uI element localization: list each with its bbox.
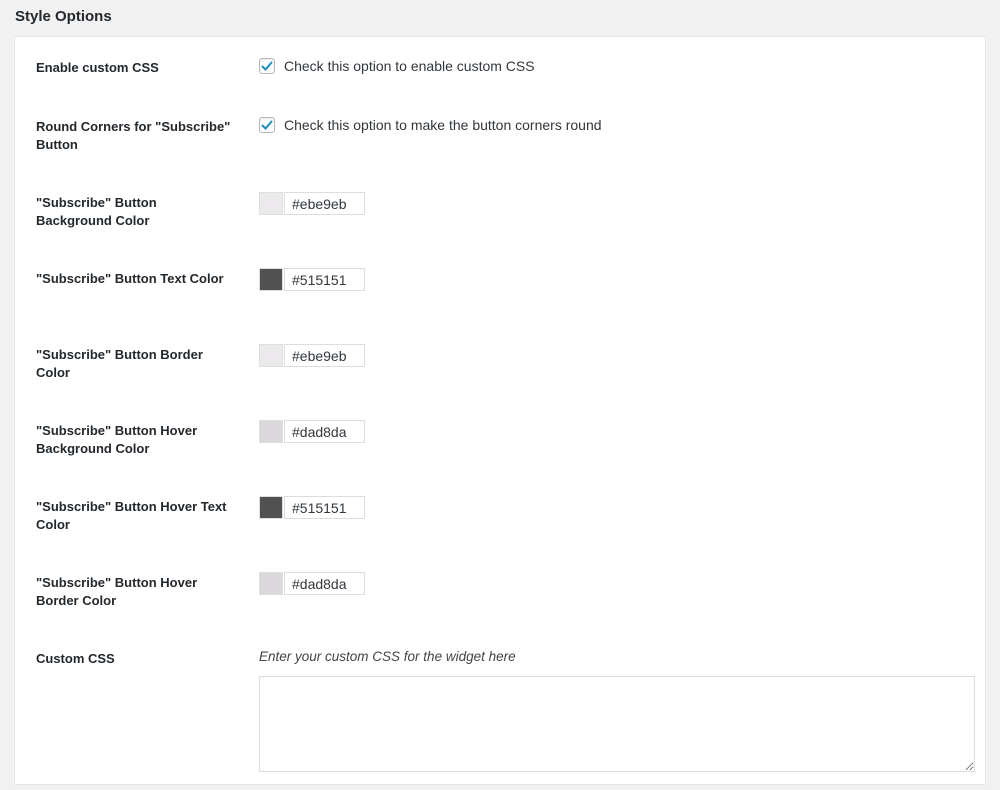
form-row-hover-border-color: "Subscribe" Button Hover Border Color: [36, 572, 973, 648]
hover-border-color-input[interactable]: [284, 572, 365, 595]
field-control: [259, 420, 973, 443]
page-title: Style Options: [14, 0, 986, 36]
field-label: "Subscribe" Button Text Color: [36, 268, 236, 288]
hover-text-color-input[interactable]: [284, 496, 365, 519]
field-control: Enter your custom CSS for the widget her…: [259, 648, 975, 772]
color-swatch[interactable]: [259, 192, 283, 215]
field-control: [259, 192, 973, 215]
custom-css-note: Enter your custom CSS for the widget her…: [259, 648, 516, 666]
hover-bg-color-input[interactable]: [284, 420, 365, 443]
checkbox-description: Check this option to make the button cor…: [284, 116, 602, 135]
color-swatch[interactable]: [259, 420, 283, 443]
checkmark-icon: [261, 61, 273, 71]
field-label: "Subscribe" Button Hover Background Colo…: [36, 420, 236, 458]
form-row-round-corners: Round Corners for "Subscribe" Button Che…: [36, 116, 973, 192]
field-control: Check this option to enable custom CSS: [259, 57, 973, 76]
field-label: "Subscribe" Button Background Color: [36, 192, 236, 230]
field-label: Custom CSS: [36, 648, 236, 668]
color-swatch[interactable]: [259, 268, 283, 291]
button-text-color-input[interactable]: [284, 268, 365, 291]
checkbox-description: Check this option to enable custom CSS: [284, 57, 535, 76]
form-row-hover-text-color: "Subscribe" Button Hover Text Color: [36, 496, 973, 572]
form-row-button-text-color: "Subscribe" Button Text Color: [36, 268, 973, 344]
field-control: [259, 268, 973, 291]
form-row-custom-css: Custom CSS Enter your custom CSS for the…: [36, 648, 973, 772]
field-control: [259, 496, 973, 519]
button-border-color-input[interactable]: [284, 344, 365, 367]
color-swatch[interactable]: [259, 572, 283, 595]
form-row-button-bg-color: "Subscribe" Button Background Color: [36, 192, 973, 268]
color-swatch[interactable]: [259, 496, 283, 519]
form-row-hover-bg-color: "Subscribe" Button Hover Background Colo…: [36, 420, 973, 496]
field-control: [259, 344, 973, 367]
field-control: [259, 572, 973, 595]
settings-page: Style Options Enable custom CSS Check th…: [0, 0, 1000, 785]
style-options-panel: Enable custom CSS Check this option to e…: [14, 36, 986, 785]
field-label: Round Corners for "Subscribe" Button: [36, 116, 236, 154]
checkmark-icon: [261, 120, 273, 130]
field-label: Enable custom CSS: [36, 57, 236, 77]
round-corners-checkbox[interactable]: [259, 117, 275, 133]
custom-css-textarea[interactable]: [259, 676, 975, 772]
field-label: "Subscribe" Button Border Color: [36, 344, 236, 382]
form-row-enable-custom-css: Enable custom CSS Check this option to e…: [36, 57, 973, 116]
field-label: "Subscribe" Button Hover Text Color: [36, 496, 236, 534]
enable-custom-css-checkbox[interactable]: [259, 58, 275, 74]
color-swatch[interactable]: [259, 344, 283, 367]
field-label: "Subscribe" Button Hover Border Color: [36, 572, 236, 610]
field-control: Check this option to make the button cor…: [259, 116, 973, 135]
form-row-button-border-color: "Subscribe" Button Border Color: [36, 344, 973, 420]
button-bg-color-input[interactable]: [284, 192, 365, 215]
